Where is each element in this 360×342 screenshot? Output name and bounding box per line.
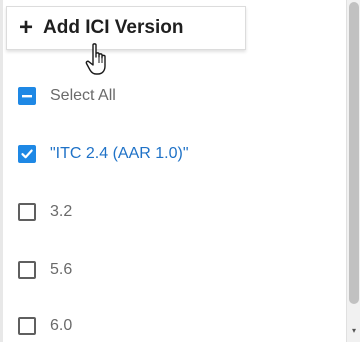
list-item-itc-2-4[interactable]: "ITC 2.4 (AAR 1.0)": [18, 142, 189, 166]
version-filter-panel: Select All "ITC 2.4 (AAR 1.0)" 3.2 5.6 6…: [0, 0, 360, 342]
version-list: Select All "ITC 2.4 (AAR 1.0)" 3.2 5.6 6…: [0, 0, 346, 342]
list-item-3-2[interactable]: 3.2: [18, 200, 72, 224]
hand-pointer-cursor-icon: [85, 43, 106, 75]
unchecked-checkbox-icon[interactable]: [18, 203, 36, 221]
list-item-6-0[interactable]: 6.0: [18, 314, 72, 338]
version-3-2-label: 3.2: [50, 203, 73, 220]
scrollbar-thumb[interactable]: [349, 2, 359, 304]
list-item-5-6[interactable]: 5.6: [18, 258, 72, 282]
unchecked-checkbox-icon[interactable]: [18, 317, 36, 335]
itc-2-4-label: "ITC 2.4 (AAR 1.0)": [50, 145, 189, 162]
add-ici-version-button[interactable]: + Add ICI Version: [6, 6, 246, 50]
unchecked-checkbox-icon[interactable]: [18, 261, 36, 279]
vertical-scrollbar[interactable]: ▾: [346, 0, 360, 342]
add-ici-version-label: Add ICI Version: [43, 17, 184, 38]
select-all-label: Select All: [50, 87, 116, 104]
checked-checkbox-icon[interactable]: [18, 145, 36, 163]
plus-icon: +: [19, 14, 34, 41]
list-item-select-all[interactable]: Select All: [18, 84, 116, 108]
indeterminate-checkbox-icon[interactable]: [18, 87, 36, 105]
version-6-0-label: 6.0: [50, 317, 73, 334]
scroll-down-arrow-icon[interactable]: ▾: [349, 326, 359, 336]
version-5-6-label: 5.6: [50, 261, 73, 278]
